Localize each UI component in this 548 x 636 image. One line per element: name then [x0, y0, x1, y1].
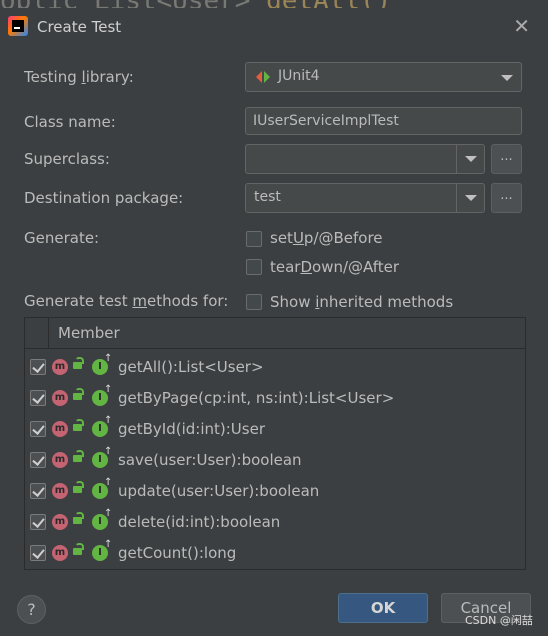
- method-signature: getByPage(cp:int, ns:int):List<User>: [118, 389, 395, 407]
- row-checkbox[interactable]: [30, 452, 46, 468]
- superclass-label: Superclass:: [24, 150, 110, 168]
- testing-library-dropdown[interactable]: JUnit4: [245, 62, 522, 92]
- row-checkbox[interactable]: [30, 483, 46, 499]
- destination-package-combo[interactable]: test: [245, 183, 485, 213]
- show-inherited-checkbox[interactable]: [246, 294, 262, 310]
- chevron-down-icon: [465, 195, 477, 201]
- ok-button[interactable]: OK: [338, 593, 428, 623]
- chevron-down-icon: [501, 75, 513, 81]
- method-signature: update(user:User):boolean: [118, 482, 320, 500]
- superclass-dropdown-button[interactable]: [456, 145, 484, 173]
- setup-checkbox[interactable]: [246, 231, 262, 247]
- method-icon: m: [52, 390, 68, 406]
- destination-package-label: Destination package:: [24, 189, 184, 207]
- close-icon[interactable]: ✕: [513, 16, 530, 36]
- method-icon: m: [52, 359, 68, 375]
- table-row[interactable]: m I getById(id:int):User: [25, 413, 525, 444]
- method-signature: delete(id:int):boolean: [118, 513, 281, 531]
- watermark-text: CSDN @闲喆: [465, 614, 533, 627]
- members-table: Member m I getAll():List<User> m I getBy…: [24, 317, 526, 570]
- implements-icon: I: [92, 351, 112, 375]
- public-access-icon: [73, 419, 84, 431]
- superclass-browse-button[interactable]: ...: [491, 144, 522, 174]
- table-row[interactable]: m I delete(id:int):boolean: [25, 506, 525, 537]
- method-signature: getById(id:int):User: [118, 420, 265, 438]
- member-column-header[interactable]: Member: [58, 324, 120, 342]
- intellij-logo-icon: [8, 16, 28, 36]
- setup-label[interactable]: setUp/@Before: [270, 229, 383, 247]
- testing-library-value: JUnit4: [278, 68, 320, 84]
- table-header-checkbox-column: [25, 318, 49, 349]
- row-checkbox[interactable]: [30, 545, 46, 561]
- background-code-snippet: oblic List<User> getAll() {: [0, 0, 400, 8]
- class-name-label: Class name:: [24, 113, 116, 131]
- method-signature: getCount():long: [118, 544, 237, 562]
- teardown-checkbox[interactable]: [246, 259, 262, 275]
- method-icon: m: [52, 514, 68, 530]
- destination-package-dropdown-button[interactable]: [456, 184, 484, 212]
- public-access-icon: [73, 388, 84, 400]
- class-name-field[interactable]: IUserServiceImplTest: [245, 107, 522, 135]
- destination-package-value: test: [254, 189, 281, 205]
- show-inherited-label[interactable]: Show inherited methods: [270, 293, 453, 311]
- method-icon: m: [52, 483, 68, 499]
- destination-package-browse-button[interactable]: ...: [491, 183, 522, 213]
- public-access-icon: [73, 543, 84, 555]
- public-access-icon: [73, 512, 84, 524]
- method-icon: m: [52, 452, 68, 468]
- public-access-icon: [73, 450, 84, 462]
- implements-icon: I: [92, 444, 112, 468]
- chevron-down-icon: [465, 156, 477, 162]
- help-button[interactable]: ?: [17, 595, 46, 624]
- method-icon: m: [52, 545, 68, 561]
- public-access-icon: [73, 481, 84, 493]
- testing-library-label: Testing library:: [24, 68, 134, 86]
- table-row[interactable]: m I getByPage(cp:int, ns:int):List<User>: [25, 382, 525, 413]
- code-text: oblic List<User>: [0, 0, 266, 8]
- implements-icon: I: [92, 475, 112, 499]
- table-row[interactable]: m I getCount():long: [25, 537, 525, 568]
- method-icon: m: [52, 421, 68, 437]
- table-row[interactable]: m I update(user:User):boolean: [25, 475, 525, 506]
- row-checkbox[interactable]: [30, 421, 46, 437]
- table-header: Member: [25, 318, 525, 349]
- implements-icon: I: [92, 413, 112, 437]
- implements-icon: I: [92, 537, 112, 561]
- row-checkbox[interactable]: [30, 514, 46, 530]
- row-checkbox[interactable]: [30, 359, 46, 375]
- dialog-title: Create Test: [37, 18, 122, 36]
- method-signature: save(user:User):boolean: [118, 451, 302, 469]
- method-signature: getAll():List<User>: [118, 358, 264, 376]
- table-row[interactable]: m I getAll():List<User>: [25, 351, 525, 382]
- table-row[interactable]: m I save(user:User):boolean: [25, 444, 525, 475]
- generate-methods-label: Generate test methods for:: [24, 292, 229, 310]
- implements-icon: I: [92, 382, 112, 406]
- public-access-icon: [73, 357, 84, 369]
- generate-label: Generate:: [24, 229, 100, 247]
- junit-icon: [256, 71, 270, 83]
- teardown-label[interactable]: tearDown/@After: [270, 258, 399, 276]
- row-checkbox[interactable]: [30, 390, 46, 406]
- code-function: getAll() {: [266, 0, 400, 8]
- implements-icon: I: [92, 506, 112, 530]
- class-name-value: IUserServiceImplTest: [253, 113, 399, 129]
- superclass-combo[interactable]: [245, 144, 485, 174]
